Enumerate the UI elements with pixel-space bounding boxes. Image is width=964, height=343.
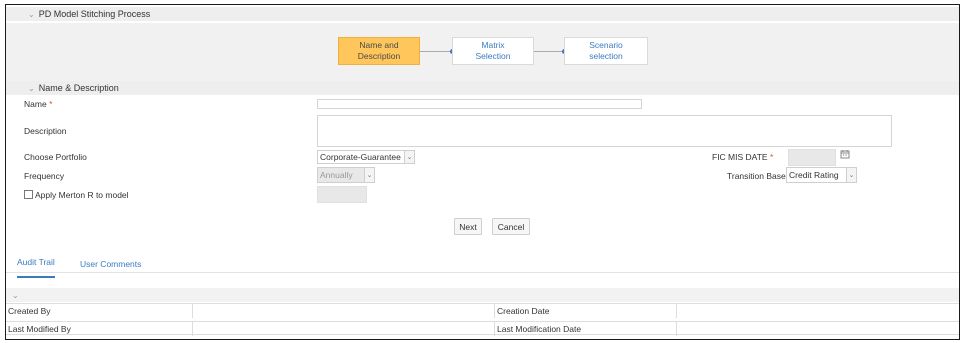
- process-header[interactable]: ⌄ PD Model Stitching Process: [6, 7, 959, 21]
- tab-divider: [6, 272, 959, 273]
- chevron-down-icon: ⌄: [28, 9, 35, 19]
- name-description-header[interactable]: ⌄ Name & Description: [6, 81, 959, 95]
- step-name-description[interactable]: Name and Description: [338, 37, 420, 65]
- frequency-select[interactable]: Annually ⌄: [317, 167, 375, 183]
- cancel-button[interactable]: Cancel: [492, 218, 530, 235]
- tab-user-comments[interactable]: User Comments: [80, 259, 141, 269]
- last-modified-by-label: Last Modified By: [6, 322, 193, 336]
- table-row: Last Modified By Last Modification Date: [6, 321, 959, 336]
- chevron-down-icon: ⌄: [846, 168, 856, 182]
- process-flow: Name and Description Matrix Selection Scen…: [6, 23, 959, 83]
- transition-base-label: Transition Base: [727, 171, 786, 181]
- chevron-down-icon: ⌄: [28, 83, 35, 93]
- transition-base-select[interactable]: Credit Rating ⌄: [786, 167, 857, 183]
- description-label: Description: [24, 126, 67, 136]
- step-scenario-selection[interactable]: Scenario selection: [564, 37, 648, 65]
- merton-value-input[interactable]: [317, 186, 367, 203]
- portfolio-select[interactable]: Corporate-Guarantee ⌄: [317, 150, 415, 164]
- last-modification-date-label: Last Modification Date: [495, 322, 677, 336]
- section-title: Name & Description: [38, 83, 119, 93]
- fic-mis-date-label: FIC MIS DATE *: [712, 152, 774, 162]
- audit-collapse-bar[interactable]: ⌄: [6, 288, 959, 302]
- step-connector: [420, 51, 454, 52]
- creation-date-label: Creation Date: [495, 304, 677, 318]
- chevron-down-icon: ⌄: [404, 151, 414, 163]
- merton-label: Apply Merton R to model: [35, 190, 129, 200]
- step-matrix-selection[interactable]: Matrix Selection: [452, 37, 534, 65]
- frequency-label: Frequency: [24, 171, 65, 181]
- description-textarea[interactable]: [317, 115, 892, 147]
- last-modification-date-value: [677, 322, 959, 336]
- last-modified-by-value: [193, 322, 495, 336]
- chevron-down-icon: ⌄: [364, 168, 374, 182]
- name-input[interactable]: [317, 99, 642, 109]
- created-by-value: [193, 304, 495, 318]
- main-window: ⌄ PD Model Stitching Process Name and Des…: [5, 4, 960, 340]
- next-button[interactable]: Next: [454, 218, 482, 235]
- chevron-down-icon: ⌄: [12, 290, 19, 300]
- name-label: Name *: [24, 99, 53, 109]
- merton-checkbox[interactable]: [24, 190, 33, 199]
- creation-date-value: [677, 304, 959, 318]
- portfolio-label: Choose Portfolio: [24, 152, 87, 162]
- created-by-label: Created By: [6, 304, 193, 318]
- tab-audit-trail[interactable]: Audit Trail: [17, 257, 55, 278]
- process-title: PD Model Stitching Process: [38, 9, 151, 19]
- table-row: Created By Creation Date: [6, 303, 959, 318]
- calendar-icon[interactable]: [840, 149, 850, 159]
- fic-mis-date-input[interactable]: [788, 149, 836, 166]
